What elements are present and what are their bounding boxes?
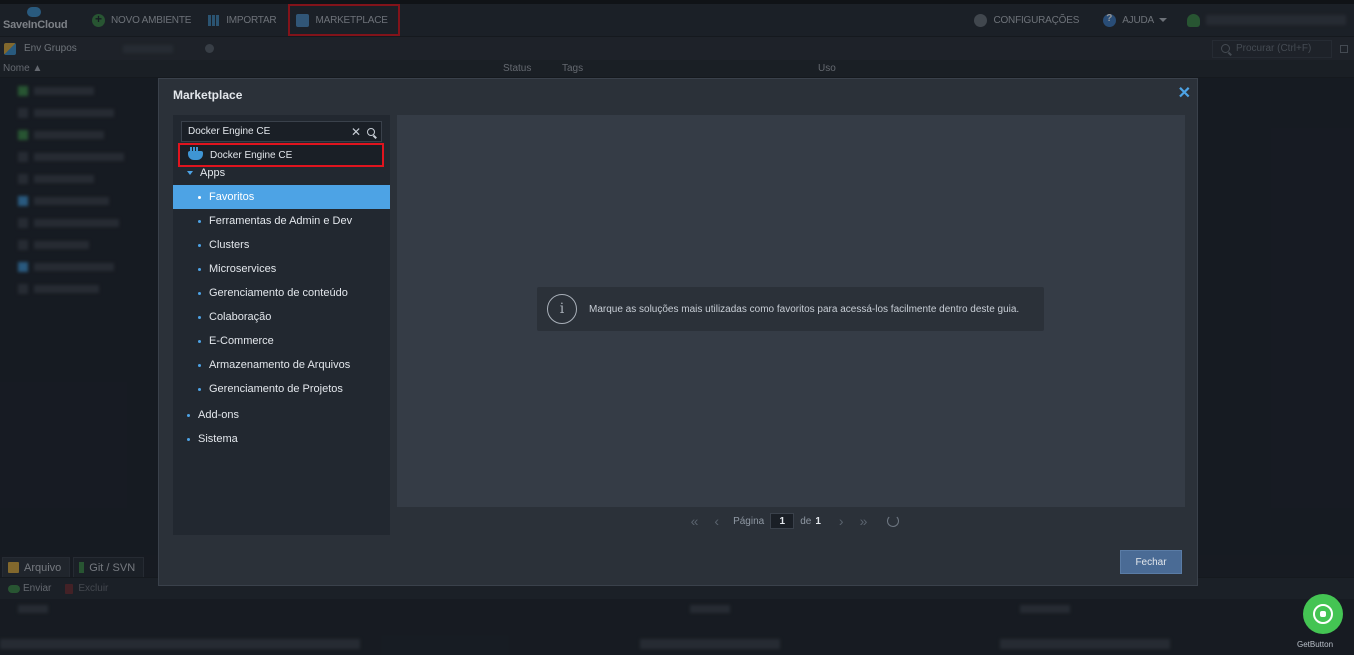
tree-item-ecommerce[interactable]: E-Commerce [173,329,390,353]
tree-label: Ferramentas de Admin e Dev [209,215,353,227]
bullet-icon [198,363,201,367]
tree-label: Gerenciamento de Projetos [209,383,343,395]
of-label: de [800,515,812,527]
tree-item-microservices[interactable]: Microservices [173,257,390,281]
tree-item-addons[interactable]: Add-ons [173,403,390,427]
bullet-icon [198,291,201,295]
info-text: Marque as soluções mais utilizadas como … [589,303,1020,315]
bullet-icon [198,339,201,343]
tree-label: Armazenamento de Arquivos [209,359,351,371]
tree-item-project-management[interactable]: Gerenciamento de Projetos [173,377,390,401]
total-pages: 1 [815,515,821,527]
prev-page-icon[interactable]: ‹ [714,513,719,529]
tree-item-collaboration[interactable]: Colaboração [173,305,390,329]
dialog-title: Marketplace [173,88,243,102]
caret-down-icon [187,171,193,175]
bullet-icon [198,195,201,199]
tree-label: Favoritos [209,191,255,203]
search-icon [367,127,375,136]
next-page-icon[interactable]: › [839,513,844,529]
refresh-icon[interactable] [887,515,900,527]
bullet-icon [198,387,201,391]
whatsapp-button[interactable] [1303,594,1343,634]
bullet-icon [187,437,190,441]
tree-item-favoritos[interactable]: Favoritos [173,185,390,209]
suggestion-label: Docker Engine CE [210,149,293,161]
marketplace-dialog: Marketplace ✕ Docker Engine CE ✕ Docker … [158,78,1198,586]
getbutton-label[interactable]: GetButton [1297,640,1333,649]
tree-item-system[interactable]: Sistema [173,427,390,451]
tree-label: Sistema [198,433,238,445]
close-icon[interactable]: ✕ [1178,83,1191,103]
bullet-icon [198,267,201,271]
close-button[interactable]: Fechar [1120,550,1182,574]
tree-label: Apps [200,167,226,179]
last-page-icon[interactable]: » [860,513,868,529]
search-value: Docker Engine CE [188,126,271,137]
marketplace-search-input[interactable]: Docker Engine CE ✕ [181,121,382,142]
favorites-info-message: i Marque as soluções mais utilizadas com… [537,287,1044,331]
tree-item-content-management[interactable]: Gerenciamento de conteúdo [173,281,390,305]
tree-item-admin-dev-tools[interactable]: Ferramentas de Admin e Dev [173,209,390,233]
tree-label: Colaboração [209,311,272,323]
pagination: « ‹ Página 1 de 1 › » [397,507,1185,535]
clear-icon[interactable]: ✕ [351,125,361,139]
bullet-icon [198,219,201,223]
docker-icon [188,146,203,160]
bullet-icon [198,315,201,319]
whatsapp-icon [1313,604,1333,624]
tree-label: Gerenciamento de conteúdo [209,287,348,299]
tree-label: Microservices [209,263,277,275]
tree-item-file-storage[interactable]: Armazenamento de Arquivos [173,353,390,377]
tree-label: Clusters [209,239,250,251]
search-suggestion-docker[interactable]: Docker Engine CE [178,143,384,167]
first-page-icon[interactable]: « [691,513,699,529]
info-icon: i [547,294,577,324]
tree-label: E-Commerce [209,335,274,347]
bullet-icon [198,243,201,247]
tree-item-clusters[interactable]: Clusters [173,233,390,257]
page-label: Página [733,515,765,527]
tree-label: Add-ons [198,409,239,421]
solutions-panel: i Marque as soluções mais utilizadas com… [397,115,1185,535]
page-number-input[interactable]: 1 [770,513,795,529]
bullet-icon [187,413,190,417]
category-tree: Apps Favoritos Ferramentas de Admin e De… [173,161,390,451]
category-panel: Docker Engine CE ✕ Docker Engine CE Apps… [173,115,390,535]
